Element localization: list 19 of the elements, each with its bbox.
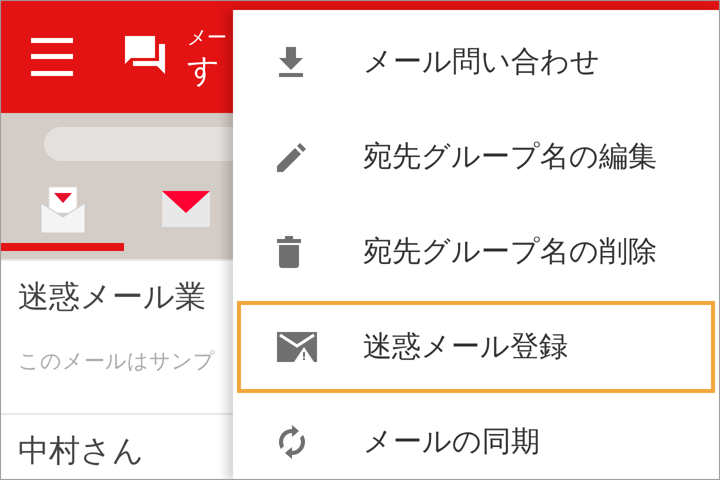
message-preview: このメールはサンプ bbox=[18, 348, 215, 375]
download-icon bbox=[277, 47, 305, 77]
pencil-icon bbox=[277, 142, 307, 172]
menu-item[interactable]: 宛先グループ名の編集 bbox=[237, 111, 715, 203]
chat-icon[interactable] bbox=[125, 34, 167, 74]
menu-icon[interactable] bbox=[31, 38, 73, 76]
message-sender: 中村さん bbox=[18, 432, 144, 471]
menu-item[interactable]: 宛先グループ名の削除 bbox=[237, 206, 715, 298]
envelope-letter-icon bbox=[40, 185, 86, 233]
menu-item[interactable]: メールの同期 bbox=[237, 396, 715, 479]
header-subtitle: メー bbox=[187, 24, 227, 50]
envelope-warning-icon bbox=[277, 332, 317, 362]
message-sender: 迷惑メール業 bbox=[18, 278, 206, 317]
envelope-icon bbox=[162, 191, 210, 227]
menu-item[interactable]: 迷惑メール登録 bbox=[237, 301, 715, 393]
menu-item[interactable]: メール問い合わせ bbox=[237, 16, 715, 108]
header-title: す bbox=[187, 50, 221, 90]
sync-icon bbox=[277, 425, 307, 459]
trash-icon bbox=[277, 236, 301, 268]
